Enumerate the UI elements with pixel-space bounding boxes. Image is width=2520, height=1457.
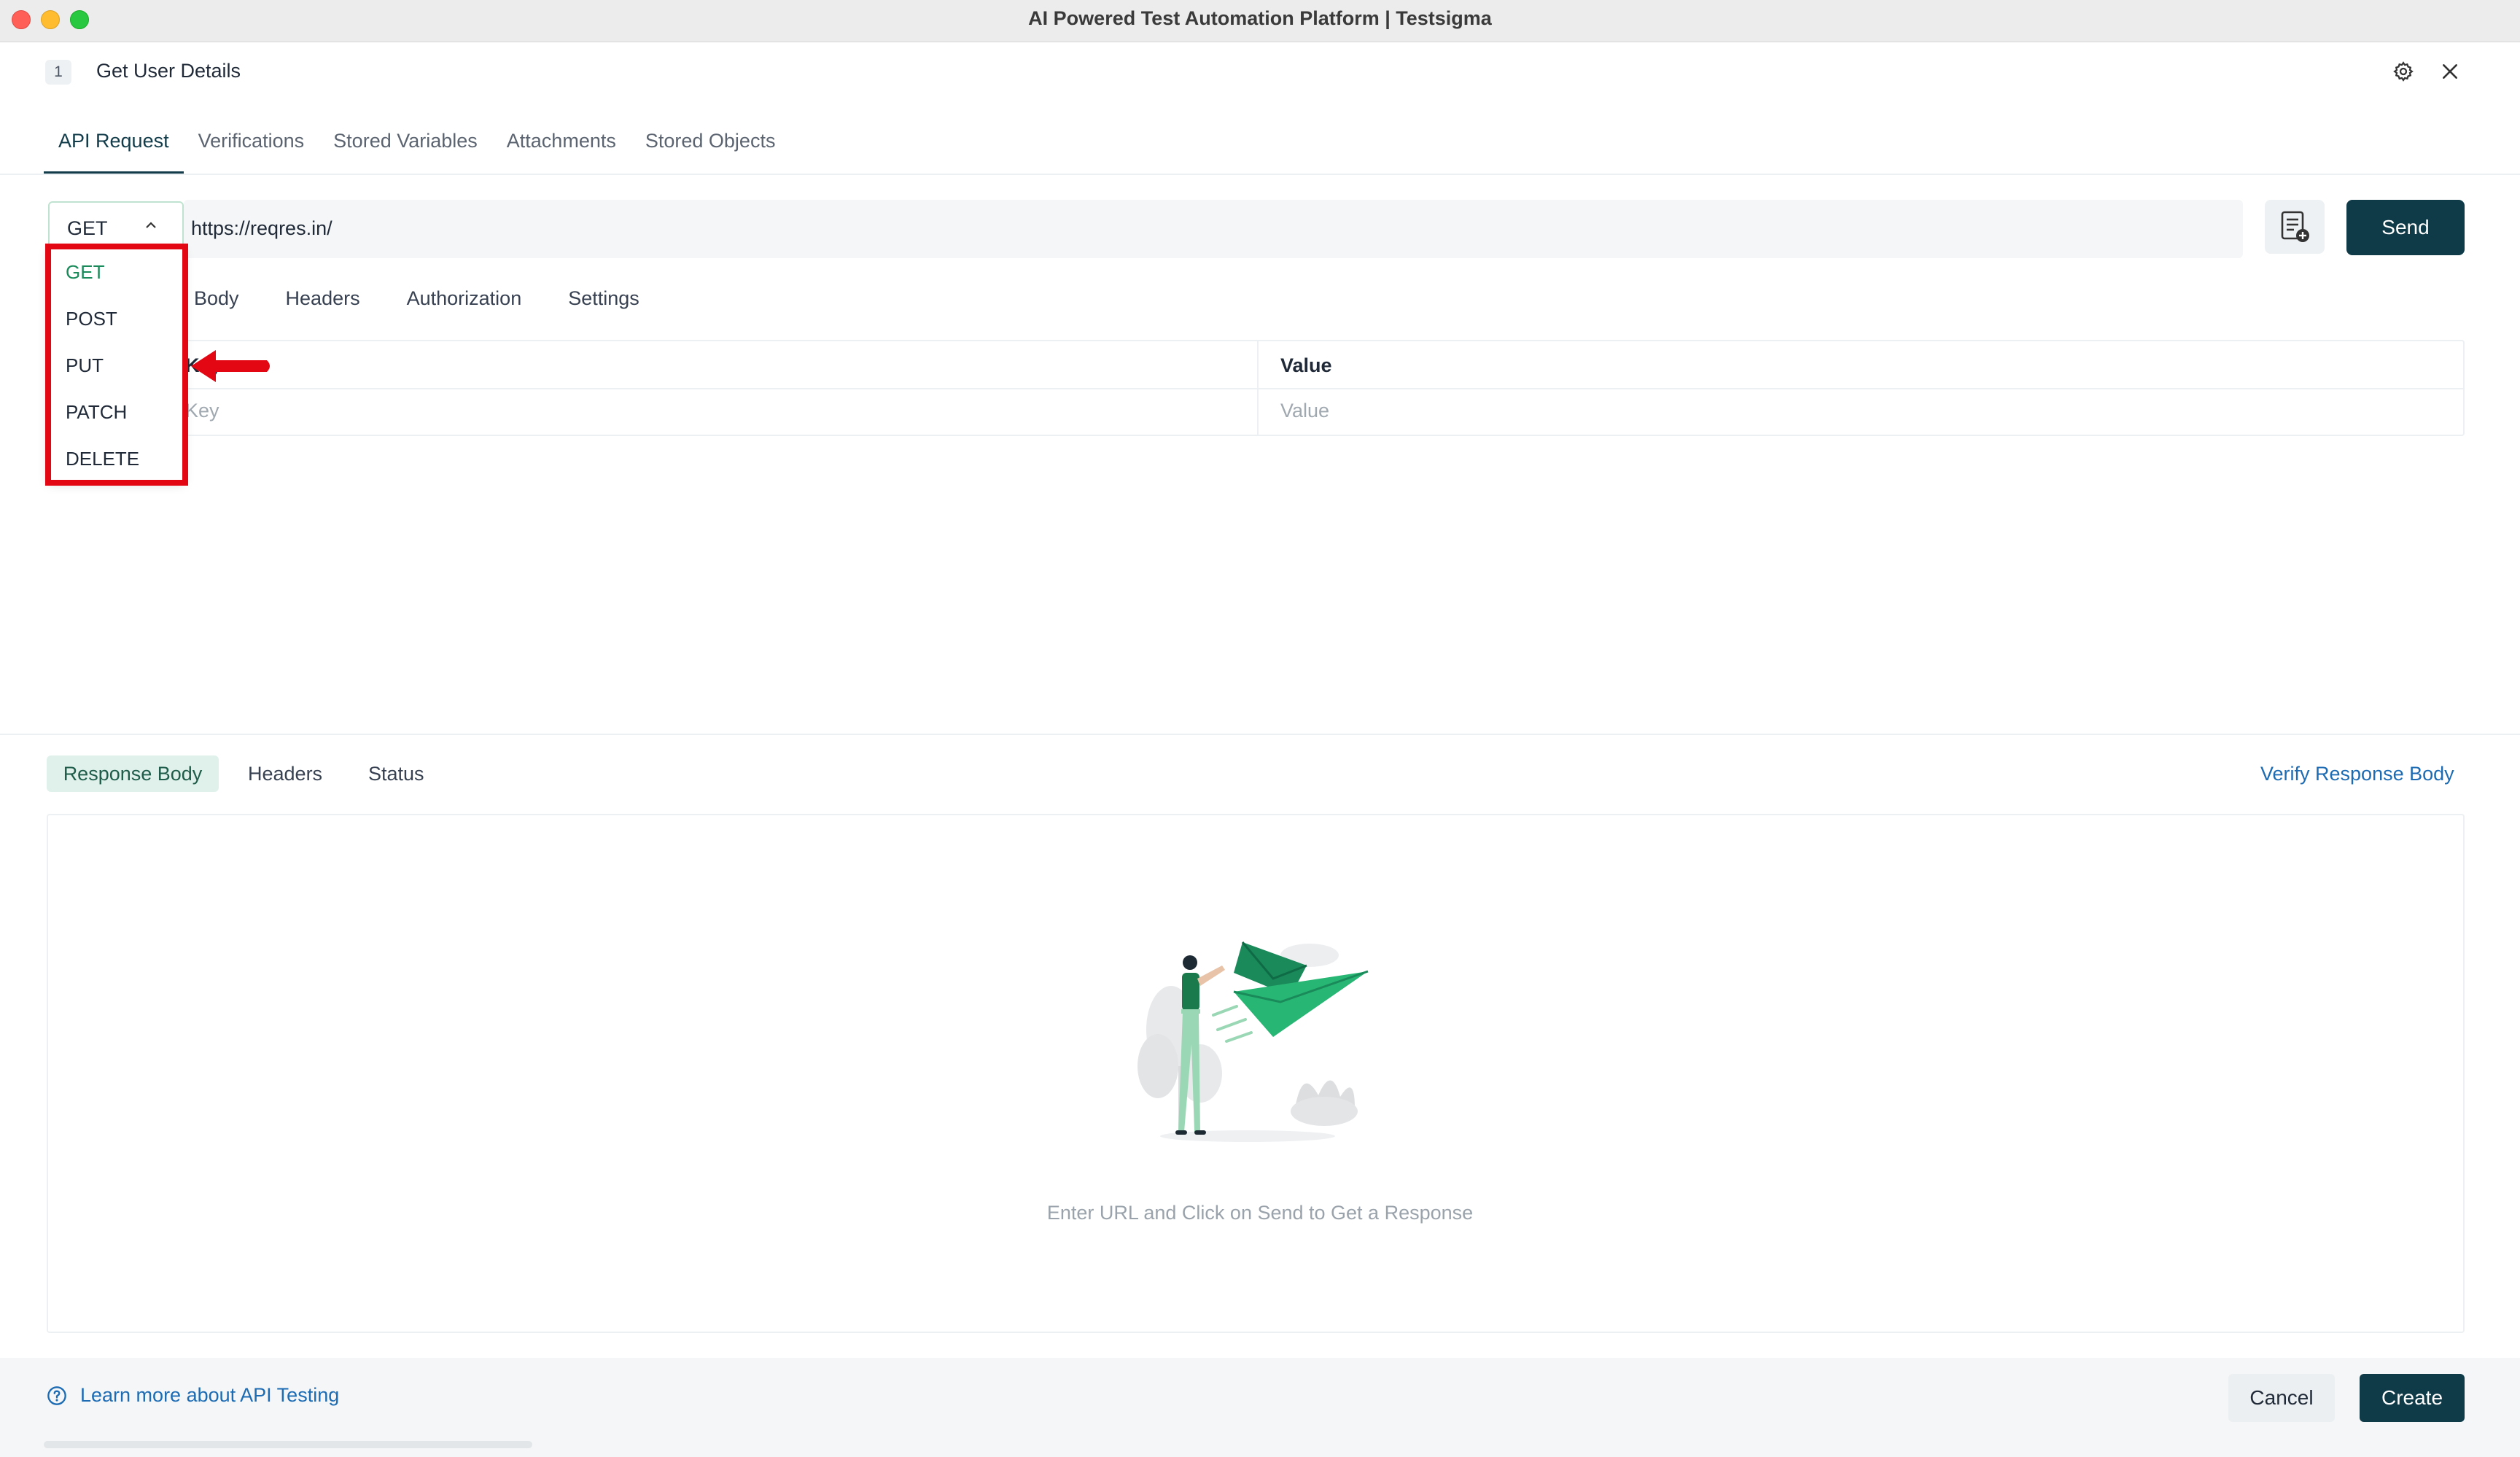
tab-verifications[interactable]: Verifications [184,130,319,174]
window-title: AI Powered Test Automation Platform | Te… [1028,7,1492,29]
tabs-divider [0,174,2520,175]
add-document-button[interactable] [2265,200,2325,254]
value-column-header: Value [1280,354,1332,376]
close-icon[interactable] [2435,57,2465,86]
tab-stored-objects[interactable]: Stored Objects [631,130,790,174]
request-tabs: API Request Verifications Stored Variabl… [44,130,790,174]
create-button[interactable]: Create [2360,1374,2465,1422]
tab-response-headers[interactable]: Headers [248,763,322,785]
help-circle-icon [47,1386,66,1405]
tab-response-body[interactable]: Response Body [47,755,219,792]
subtab-body[interactable]: Body [194,287,239,310]
tab-api-request[interactable]: API Request [44,130,184,174]
window-titlebar: AI Powered Test Automation Platform | Te… [0,0,2520,42]
subtab-headers[interactable]: Headers [286,287,360,310]
gear-icon[interactable] [2389,57,2418,86]
request-sub-tabs: Body Headers Authorization Settings [194,287,686,310]
chevron-up-icon [146,222,156,228]
annotation-arrow-icon [191,350,270,382]
annotation-highlight-box [45,244,188,486]
params-table: Key Value Key Value [48,340,2465,436]
step-number-badge: 1 [45,60,71,85]
tab-attachments[interactable]: Attachments [492,130,631,174]
cancel-button[interactable]: Cancel [2228,1374,2335,1422]
empty-state-illustration [1127,920,1375,1154]
document-add-icon [2281,211,2309,242]
learn-more-link[interactable]: Learn more about API Testing [47,1384,339,1407]
url-value: https://reqres.in/ [191,217,332,239]
url-input[interactable]: https://reqres.in/ [184,200,2243,258]
empty-state-message: Enter URL and Click on Send to Get a Res… [1046,1202,1474,1224]
horizontal-scrollbar[interactable] [44,1441,532,1448]
step-title: Get User Details [96,60,241,82]
value-input[interactable]: Value [1280,400,1329,422]
verify-response-body-link[interactable]: Verify Response Body [2260,763,2454,785]
key-input[interactable]: Key [185,400,219,422]
learn-more-text: Learn more about API Testing [80,1384,340,1406]
section-divider [0,734,2520,735]
tab-response-status[interactable]: Status [368,763,424,785]
method-value: GET [67,217,108,239]
subtab-settings[interactable]: Settings [568,287,639,310]
tab-stored-variables[interactable]: Stored Variables [319,130,492,174]
send-button[interactable]: Send [2346,200,2465,255]
subtab-authorization[interactable]: Authorization [407,287,522,310]
